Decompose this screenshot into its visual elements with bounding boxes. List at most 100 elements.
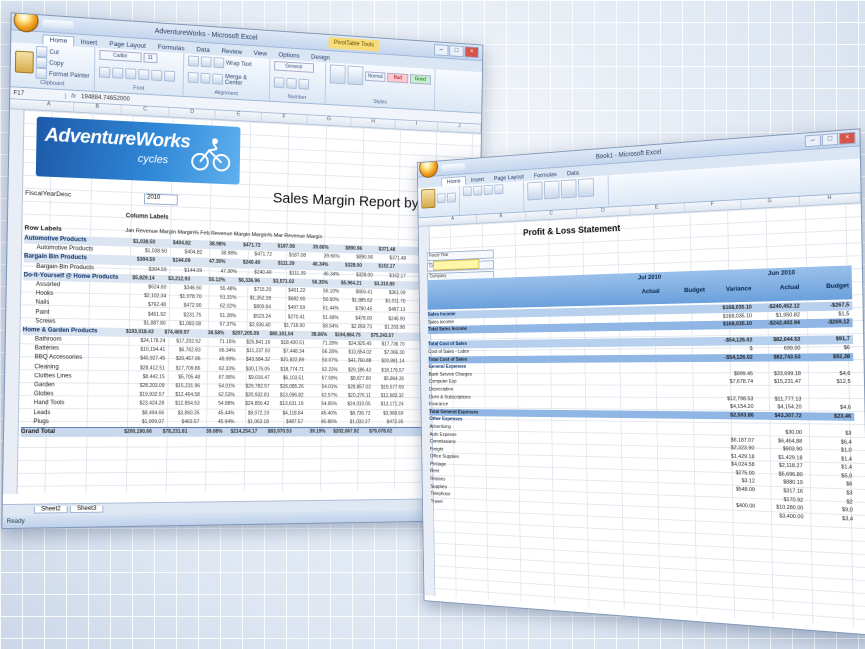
sort-filter-icon[interactable] bbox=[578, 178, 594, 198]
cut-icon[interactable] bbox=[35, 45, 48, 58]
pivot-cell[interactable]: $9,016.47 bbox=[238, 374, 273, 383]
pivot-cell[interactable]: $1,009.07 bbox=[131, 418, 167, 427]
font-size-select[interactable]: 11 bbox=[143, 52, 158, 64]
italic-icon[interactable] bbox=[111, 66, 124, 79]
maximize-icon[interactable]: □ bbox=[821, 133, 839, 147]
pivot-cell[interactable]: $83,970.53 bbox=[260, 428, 294, 437]
pivot-cell[interactable]: $12,683.32 bbox=[373, 392, 406, 401]
pivot-cell[interactable]: $5,705.48 bbox=[168, 373, 204, 382]
delete-icon[interactable] bbox=[543, 180, 560, 200]
pivot-cell[interactable]: 45.86% bbox=[306, 418, 340, 427]
wrap-text-button[interactable]: Wrap Text bbox=[226, 60, 252, 67]
italic-icon[interactable] bbox=[473, 185, 483, 196]
statement-cell[interactable]: $82,743.53 bbox=[756, 353, 804, 362]
pivot-cell[interactable]: $10,194.41 bbox=[132, 346, 168, 355]
statement-cell[interactable]: $11,777.13 bbox=[756, 395, 804, 404]
paste-icon[interactable] bbox=[14, 50, 34, 74]
underline-icon[interactable] bbox=[483, 184, 493, 196]
statement-cell[interactable]: $12,5 bbox=[804, 378, 854, 387]
pivot-cell[interactable]: $20,932.81 bbox=[238, 392, 273, 401]
statement-cell[interactable]: $4,6 bbox=[804, 370, 854, 379]
pivot-cell[interactable]: $3,968.69 bbox=[373, 410, 406, 419]
font-color-icon[interactable] bbox=[163, 70, 175, 82]
pivot-row-label[interactable]: Grand Total bbox=[21, 428, 119, 437]
pivot-row[interactable]: Plugs $1,009.07 $463.57 45.94% $1,063.18 $487… bbox=[21, 418, 473, 427]
pivot-cell[interactable]: $12,464.58 bbox=[167, 391, 203, 400]
align-left-icon[interactable] bbox=[187, 71, 199, 84]
copy-icon[interactable] bbox=[447, 192, 456, 203]
font-name-select[interactable]: Calibri bbox=[98, 49, 142, 63]
pivot-cell[interactable]: 50.07% bbox=[307, 357, 341, 366]
pivot-cell[interactable]: $7,448.34 bbox=[273, 348, 307, 357]
pivot-cell[interactable]: $487.57 bbox=[272, 418, 306, 427]
align-right-icon[interactable] bbox=[212, 73, 224, 85]
align-bottom-icon[interactable] bbox=[213, 57, 224, 69]
pivot-cell[interactable]: $28,412.51 bbox=[132, 364, 168, 373]
pivot-cell[interactable]: 66.28% bbox=[307, 348, 341, 357]
pivot-cell[interactable]: $30,176.05 bbox=[238, 365, 273, 374]
quick-access-toolbar[interactable] bbox=[42, 19, 74, 30]
statement-cell[interactable]: $92,38 bbox=[804, 353, 854, 362]
statement-cell[interactable]: $999.45 bbox=[709, 370, 756, 378]
pivot-cell[interactable]: $78,231.81 bbox=[155, 428, 191, 437]
underline-icon[interactable] bbox=[124, 67, 137, 80]
pivot-cell[interactable]: 54.01% bbox=[203, 382, 238, 391]
statement-cell[interactable] bbox=[804, 395, 854, 404]
pivot-cell[interactable]: $28,203.09 bbox=[132, 382, 168, 391]
pivot-cell[interactable]: 62.57% bbox=[306, 392, 340, 401]
pivot-cell[interactable]: $17,709.86 bbox=[168, 364, 204, 373]
pivot-cell[interactable]: $8,442.15 bbox=[132, 373, 168, 382]
fill-color-icon[interactable] bbox=[150, 69, 162, 81]
pivot-cell[interactable]: $18,176.57 bbox=[374, 366, 407, 375]
conditional-formatting-icon[interactable] bbox=[329, 64, 346, 85]
pivot-cell[interactable]: 67.69% bbox=[307, 375, 341, 384]
statement-cell[interactable]: $15,231.47 bbox=[756, 378, 804, 386]
pivot-cell[interactable]: $16,085.26 bbox=[272, 383, 306, 392]
pivot-cell[interactable]: $463.57 bbox=[167, 418, 203, 427]
insert-icon[interactable] bbox=[527, 181, 543, 201]
pivot-cell[interactable]: 54.85% bbox=[306, 401, 340, 410]
filter-value-dropdown[interactable]: 2010 bbox=[143, 193, 178, 206]
pivot-cell[interactable]: $40,927.45 bbox=[132, 355, 168, 364]
name-box[interactable]: F17 bbox=[10, 89, 67, 99]
pivot-cell[interactable]: $24,010.05 bbox=[340, 401, 373, 410]
pivot-row-label[interactable]: Plugs bbox=[21, 418, 131, 427]
row-labels-header[interactable]: Row Labels bbox=[24, 225, 61, 233]
format-painter-icon[interactable] bbox=[35, 67, 48, 80]
pivot-cell[interactable]: 45.40% bbox=[306, 409, 340, 418]
excel-window-sales-margin[interactable]: AdventureWorks - Microsoft Excel PivotTa… bbox=[1, 12, 484, 530]
pivot-cell[interactable]: 62.22% bbox=[307, 366, 341, 375]
pivot-cell[interactable]: $8,736.72 bbox=[340, 410, 373, 419]
minimize-icon[interactable]: – bbox=[804, 134, 821, 148]
pivot-cell[interactable]: $13,096.82 bbox=[272, 392, 306, 401]
pivot-cell[interactable]: $43,584.32 bbox=[238, 356, 273, 365]
pivot-cell[interactable]: $25,841.16 bbox=[239, 339, 274, 348]
quick-access-toolbar[interactable] bbox=[441, 162, 465, 172]
pivot-cell[interactable]: 62.33% bbox=[203, 365, 238, 374]
pivot-cell[interactable]: $24,850.42 bbox=[237, 400, 272, 409]
sheet-tab[interactable]: Sheet2 bbox=[33, 506, 68, 514]
pivot-cell[interactable]: 71.15% bbox=[204, 338, 239, 347]
statement-cell[interactable]: -$54,126.02 bbox=[709, 353, 756, 362]
pivot-cell[interactable]: $15,231.96 bbox=[167, 382, 203, 391]
statement-cell[interactable]: $33,699.18 bbox=[756, 370, 804, 378]
pivot-cell[interactable]: $79,078.02 bbox=[362, 428, 395, 437]
pivot-cell[interactable]: $18,420.51 bbox=[273, 339, 307, 348]
pivot-cell[interactable]: 66.34% bbox=[203, 347, 238, 356]
pivot-cell[interactable]: $4,118.84 bbox=[272, 409, 306, 418]
pivot-cell[interactable]: 71.28% bbox=[307, 340, 341, 349]
comma-icon[interactable] bbox=[298, 78, 309, 90]
cut-icon[interactable] bbox=[436, 192, 446, 203]
paste-icon[interactable] bbox=[421, 188, 436, 209]
statement-cell[interactable]: $7,678.74 bbox=[709, 378, 756, 386]
close-icon[interactable]: × bbox=[838, 131, 856, 145]
pivot-row-label[interactable]: Hand Tools bbox=[21, 399, 131, 408]
statement-row[interactable]: Bank Service Charges $999.45 $33,699.18 $4,… bbox=[429, 370, 854, 379]
statement-cell[interactable]: $3,400.00 bbox=[758, 511, 806, 521]
pivot-cell[interactable]: 39.08% bbox=[190, 428, 225, 437]
pivot-cell[interactable]: $20,457.96 bbox=[168, 355, 204, 364]
column-labels-header[interactable]: Column Labels bbox=[126, 213, 169, 220]
pivot-cell[interactable]: $6,762.83 bbox=[168, 346, 204, 355]
statement-cell[interactable] bbox=[756, 362, 804, 371]
statement-cell[interactable]: $3,4 bbox=[806, 513, 856, 524]
